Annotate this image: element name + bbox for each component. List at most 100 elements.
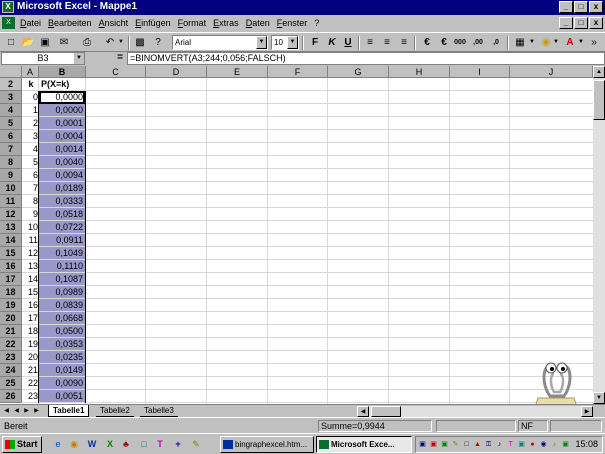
cell-a20[interactable]: 17 [22,312,39,325]
cell-b21[interactable]: 0,0500 [39,325,85,338]
font-color-icon[interactable]: A [562,35,578,50]
task-excel[interactable]: Microsoft Exce... [316,436,412,453]
row-header-19[interactable]: 19 [0,299,22,312]
scroll-down-icon[interactable]: ▼ [593,392,605,404]
row-header-10[interactable]: 10 [0,182,22,195]
cell-a19[interactable]: 16 [22,299,39,312]
cell-a24[interactable]: 21 [22,364,39,377]
row-header-16[interactable]: 16 [0,260,22,273]
row-header-26[interactable]: 26 [0,390,22,403]
cell-b24[interactable]: 0,0149 [39,364,85,377]
cell-a13[interactable]: 10 [22,221,39,234]
workbook-icon[interactable]: X [2,17,15,29]
row-header-18[interactable]: 18 [0,286,22,299]
cell-b18[interactable]: 0,0989 [39,286,85,299]
new-document-icon[interactable]: □ [3,35,19,50]
column-header-c[interactable]: C [86,66,146,78]
prev-sheet-icon[interactable]: ◀ [12,406,21,416]
tray-alert-icon[interactable]: ▲ [473,440,482,449]
cell-a8[interactable]: 5 [22,156,39,169]
tray-text-icon[interactable]: T [506,440,515,449]
tray-network-icon[interactable]: ▣ [418,440,427,449]
last-sheet-icon[interactable]: ▶ [32,406,41,416]
cell-b2[interactable]: P(X=k) [39,78,85,91]
internet-explorer-icon[interactable]: e [52,438,64,450]
chart-wizard-icon[interactable]: ▩ [132,35,148,50]
select-all-corner[interactable] [0,66,22,78]
edit-formula-button[interactable]: = [114,52,126,65]
cell-b19[interactable]: 0,0839 [39,299,85,312]
scroll-right-icon[interactable]: ▶ [581,406,593,417]
open-folder-icon[interactable]: 📂 [20,35,36,50]
underline-button[interactable]: U [340,35,356,50]
access-icon[interactable]: ♣ [120,438,132,450]
spreadsheet-grid[interactable]: A B C D E F G H I J 2 3 4 5 6 7 8 9 10 11 12 13 14 15 16 17 18 19 20… [0,66,593,404]
email-icon[interactable]: ✉ [56,35,72,50]
cell-b11[interactable]: 0,0333 [39,195,85,208]
cell-b13[interactable]: 0,0722 [39,221,85,234]
cell-b9[interactable]: 0,0094 [39,169,85,182]
cell-a22[interactable]: 19 [22,338,39,351]
column-header-b[interactable]: B [39,66,86,78]
cell-a7[interactable]: 4 [22,143,39,156]
cell-a18[interactable]: 15 [22,286,39,299]
align-left-icon[interactable]: ≡ [362,35,378,50]
hscroll-thumb[interactable] [371,406,401,417]
excel-quick-icon[interactable]: X [104,438,116,450]
menu-bearbeiten[interactable]: Bearbeiten [48,18,92,28]
pen-icon[interactable]: ✎ [190,438,202,450]
excel-icon[interactable]: X [2,1,14,13]
plus-icon[interactable]: + [172,438,184,450]
cell-a21[interactable]: 18 [22,325,39,338]
cell-a4[interactable]: 1 [22,104,39,117]
minimize-button[interactable]: _ [559,1,573,13]
cell-b22[interactable]: 0,0353 [39,338,85,351]
italic-button[interactable]: K [324,35,340,50]
cell-b15[interactable]: 0,1049 [39,247,85,260]
row-header-22[interactable]: 22 [0,338,22,351]
undo-dropdown-icon[interactable]: ▼ [116,35,126,50]
thousands-separator-button[interactable]: 000 [452,35,468,50]
cell-b23[interactable]: 0,0235 [39,351,85,364]
column-header-j[interactable]: J [510,66,593,78]
row-header-4[interactable]: 4 [0,104,22,117]
tray-app-icon[interactable]: ▣ [440,440,449,449]
cell-b20[interactable]: 0,0668 [39,312,85,325]
cell-a26[interactable]: 23 [22,390,39,403]
borders-icon[interactable]: ▦ [512,35,528,50]
row-header-9[interactable]: 9 [0,169,22,182]
doc-close-button[interactable]: x [589,17,603,29]
cell-a11[interactable]: 8 [22,195,39,208]
cell-b8[interactable]: 0,0040 [39,156,85,169]
chevron-down-icon[interactable]: ▼ [74,53,84,64]
menu-daten[interactable]: Daten [246,18,270,28]
formula-input[interactable]: =BINOMVERT(A3;244;0,056;FALSCH) [127,52,605,65]
fill-dropdown-icon[interactable]: ▼ [552,35,560,50]
cell-b17[interactable]: 0,1087 [39,273,85,286]
toolbar-options-icon[interactable]: » [588,35,600,50]
column-header-i[interactable]: I [450,66,510,78]
font-name-select[interactable]: Arial ▼ [172,35,268,50]
row-header-7[interactable]: 7 [0,143,22,156]
menu-datei[interactable]: Datei [20,18,41,28]
menu-fenster[interactable]: Fenster [277,18,308,28]
chevron-down-icon[interactable]: ▼ [287,36,298,49]
row-header-11[interactable]: 11 [0,195,22,208]
scroll-up-icon[interactable]: ▲ [593,66,605,78]
cell-a10[interactable]: 7 [22,182,39,195]
font-color-dropdown-icon[interactable]: ▼ [577,35,585,50]
tray-tool-icon[interactable]: ✎ [451,440,460,449]
column-header-a[interactable]: A [22,66,39,78]
row-header-5[interactable]: 5 [0,117,22,130]
row-header-25[interactable]: 25 [0,377,22,390]
decrease-decimal-button[interactable]: ,0 [488,35,504,50]
cell-b7[interactable]: 0,0014 [39,143,85,156]
chevron-down-icon[interactable]: ▼ [256,36,267,49]
calendar-icon[interactable]: □ [138,438,150,450]
menu-help[interactable]: ? [314,18,319,28]
cell-a15[interactable]: 12 [22,247,39,260]
align-center-icon[interactable]: ≡ [379,35,395,50]
increase-decimal-button[interactable]: ,00 [470,35,486,50]
cell-a6[interactable]: 3 [22,130,39,143]
tray-key-icon[interactable]: ⚿ [484,440,493,449]
